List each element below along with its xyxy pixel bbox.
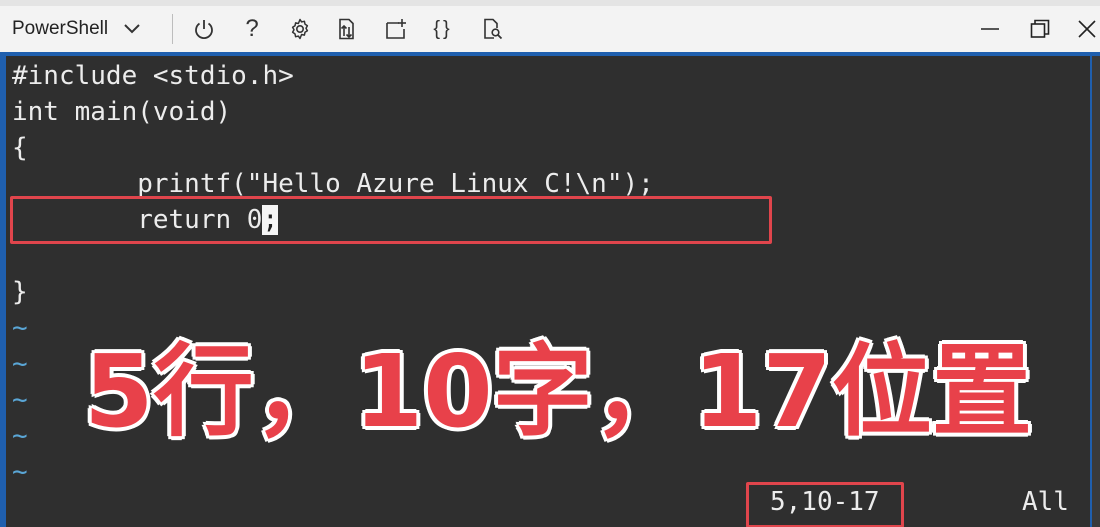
settings-icon[interactable] (285, 14, 315, 44)
shell-selector[interactable]: PowerShell (12, 14, 142, 44)
restore-icon[interactable] (1025, 14, 1055, 44)
help-glyph: ? (245, 15, 259, 42)
braces-icon[interactable]: {} (428, 14, 458, 44)
braces-glyph: {} (433, 17, 453, 40)
return-line-highlight (10, 196, 772, 244)
empty-line-marker: ~ (12, 313, 28, 343)
chevron-down-icon (124, 24, 140, 34)
web-preview-icon[interactable] (477, 14, 507, 44)
empty-line-marker: ~ (12, 421, 28, 451)
code-line-1: #include <stdio.h> (12, 61, 294, 91)
empty-line-marker: ~ (12, 385, 28, 415)
shell-selector-label: PowerShell (12, 18, 109, 39)
cloud-shell-window: PowerShell ? {} #include <stdio.h> int m… (0, 0, 1100, 527)
help-icon[interactable]: ? (237, 14, 267, 44)
titlebar: PowerShell ? {} (0, 0, 1100, 56)
code-line-3: { (12, 133, 28, 163)
code-line-7: } (12, 277, 28, 307)
status-scroll-indicator: All (1022, 487, 1069, 517)
new-session-icon[interactable] (381, 14, 411, 44)
toolbar-divider (172, 14, 173, 44)
code-line-2: int main(void) (12, 97, 232, 127)
power-icon[interactable] (189, 14, 219, 44)
empty-line-marker: ~ (12, 457, 28, 487)
status-position-highlight (746, 482, 904, 527)
scrollbar[interactable] (1090, 56, 1100, 527)
empty-line-marker: ~ (12, 349, 28, 379)
terminal-editor[interactable]: #include <stdio.h> int main(void) { prin… (0, 56, 1090, 527)
upload-download-icon[interactable] (332, 14, 362, 44)
close-icon[interactable] (1072, 14, 1100, 44)
minimize-icon[interactable] (975, 14, 1005, 44)
annotation-overlay-text: 5行，10字，17位置 (83, 332, 1034, 452)
